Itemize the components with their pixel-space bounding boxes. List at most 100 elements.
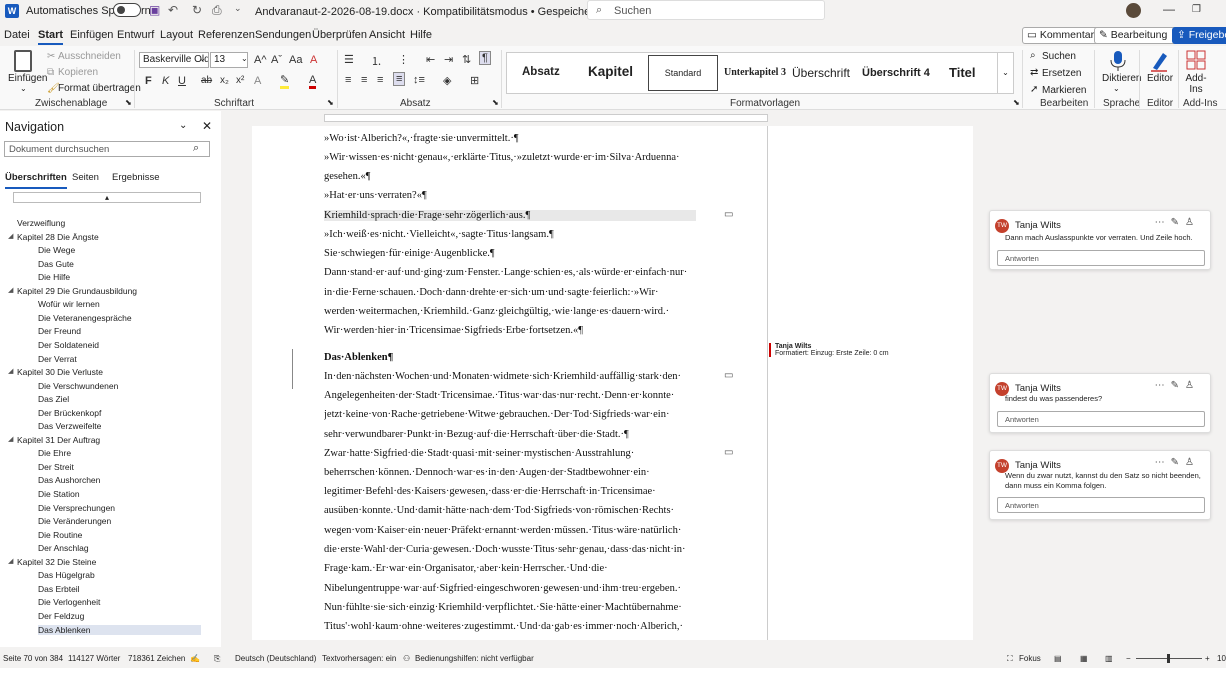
nav-heading-item[interactable]: Die Ehre [38, 448, 71, 458]
collapse-triangle-icon[interactable]: ◢ [8, 232, 13, 240]
style-ueberschrift-4[interactable]: Überschrift 4 [862, 67, 930, 79]
nav-heading-item[interactable]: Die Veränderungen [38, 516, 111, 526]
document-line[interactable]: Titus'·wohl·kaum·ohne·weiteres·zugestimm… [324, 621, 696, 632]
nav-heading-chapter[interactable]: ◢ Kapitel 29 Die Grundausbildung [8, 286, 137, 296]
clipboard-launcher-icon[interactable]: ⬊ [125, 98, 132, 107]
reply-input[interactable]: Antworten [997, 497, 1205, 513]
tab-layout[interactable]: Layout [160, 29, 193, 41]
zoom-out-icon[interactable]: − [1126, 654, 1131, 663]
nav-heading-item[interactable]: Die Hilfe [38, 272, 70, 282]
nav-scroll-up-button[interactable]: ▴ [13, 192, 201, 203]
read-mode-icon[interactable]: ▤ [1054, 654, 1062, 663]
tab-pages[interactable]: Seiten [72, 172, 99, 183]
character-count[interactable]: 718361 Zeichen [128, 654, 185, 663]
document-line[interactable]: »Hat·er·uns·verraten?«¶ [324, 190, 696, 201]
zoom-level[interactable]: 10 [1217, 654, 1226, 663]
select-button[interactable]: Markieren [1042, 85, 1086, 96]
superscript-button[interactable]: x² [236, 75, 244, 86]
document-line[interactable]: Kriemhild·sprach·die·Frage·sehr·zögerlic… [324, 210, 696, 221]
shrink-font-button[interactable]: Aˇ [271, 54, 282, 66]
like-icon[interactable]: ♙ [1185, 380, 1200, 391]
document-line[interactable]: sehr·verwundbarer·Punkt·in·Bezug·auf·die… [324, 429, 696, 440]
accessibility-status[interactable]: Bedienungshilfen: nicht verfügbar [415, 654, 534, 663]
zoom-in-icon[interactable]: + [1205, 654, 1210, 663]
numbering-icon[interactable]: ⒈ [371, 53, 382, 69]
comment-marker-icon[interactable]: ▭ [724, 370, 733, 381]
page-count[interactable]: Seite 70 von 384 [3, 654, 63, 663]
editing-mode-button[interactable]: ✎ Bearbeitung ⌄ [1094, 27, 1185, 44]
share-button[interactable]: ⇪ Freigeben [1172, 27, 1226, 44]
nav-heading-item[interactable]: Das Gute [38, 259, 74, 269]
find-button[interactable]: Suchen [1042, 51, 1076, 62]
document-line[interactable]: beherrschen·können.·Dennoch·war·es·in·de… [324, 467, 696, 478]
track-changes-icon[interactable]: ⎘ [214, 654, 220, 664]
nav-heading-item[interactable]: Die Routine [38, 530, 82, 540]
document-line[interactable]: Sie·schwiegen·für·einige·Augenblicke.¶ [324, 248, 696, 259]
nav-heading-item[interactable]: Der Verrat [38, 354, 77, 364]
replace-button[interactable]: Ersetzen [1042, 68, 1081, 79]
shading-icon[interactable]: ◈ [443, 74, 451, 87]
minimize-icon[interactable]: — [1163, 2, 1175, 16]
collapse-triangle-icon[interactable]: ◢ [8, 557, 13, 565]
nav-heading-item[interactable]: Der Soldateneid [38, 340, 99, 350]
document-line[interactable]: Nun·fühlte·sie·sich·einzig·Kriemhild·ver… [324, 602, 696, 613]
tab-start[interactable]: Start [38, 29, 64, 45]
avatar[interactable] [1126, 3, 1141, 18]
tab-hilfe[interactable]: Hilfe [410, 29, 432, 41]
styles-launcher-icon[interactable]: ⬊ [1013, 98, 1020, 107]
more-icon[interactable]: ⋯ [1155, 380, 1171, 391]
dictate-button[interactable]: Diktieren [1102, 73, 1141, 84]
document-line[interactable]: die·erste·Wahl·der·Curia·gewesen.·Doch·w… [324, 544, 696, 555]
document-line[interactable]: in·die·Ferne·schauen.·Doch·dann·drehte·e… [324, 287, 696, 298]
nav-search-input[interactable]: Dokument durchsuchen ⌕ [4, 141, 210, 157]
collapse-triangle-icon[interactable]: ◢ [8, 286, 13, 294]
italic-button[interactable]: K [162, 75, 169, 87]
line-spacing-icon[interactable]: ↕≡ [413, 74, 425, 86]
collapse-triangle-icon[interactable]: ◢ [8, 435, 13, 443]
sort-icon[interactable]: ⇅ [462, 53, 471, 66]
undo-icon[interactable]: ↶ [168, 3, 178, 17]
document-line[interactable]: jetzt·keine·von·Rache·getriebene·Witwe·g… [324, 409, 696, 420]
search-box[interactable]: ⌕ Suchen [587, 0, 825, 20]
search-icon[interactable]: ⌕ [193, 142, 199, 155]
nav-heading-chapter[interactable]: ◢ Kapitel 31 Der Auftrag [8, 435, 100, 445]
language[interactable]: Deutsch (Deutschland) [235, 654, 316, 663]
strikethrough-button[interactable]: ab [201, 75, 212, 86]
tab-sendungen[interactable]: Sendungen [255, 29, 311, 41]
tab-ueberpruefen[interactable]: Überprüfen [312, 29, 367, 41]
style-absatz[interactable]: Absatz [522, 66, 560, 78]
document-line[interactable]: werden·weitermachen,·Kriemhild.·Ganz·gle… [324, 306, 696, 317]
comment-card[interactable]: TW Tanja Wilts ⋯✎♙ Wenn du zwar nutzt, k… [989, 450, 1211, 520]
more-icon[interactable]: ⋯ [1155, 457, 1171, 468]
justify-icon[interactable]: ≡ [393, 72, 406, 86]
style-ueberschrift[interactable]: Überschrift [792, 66, 850, 80]
align-right-icon[interactable]: ≡ [377, 74, 383, 86]
chevron-down-icon[interactable]: ⌄ [179, 120, 187, 131]
reply-input[interactable]: Antworten [997, 411, 1205, 427]
grow-font-button[interactable]: A^ [254, 54, 267, 66]
nav-heading-item[interactable]: Das Verzweifelte [38, 421, 101, 431]
more-icon[interactable]: ⋯ [1155, 217, 1171, 228]
tab-entwurf[interactable]: Entwurf [117, 29, 154, 41]
web-layout-icon[interactable]: ▥ [1105, 654, 1113, 663]
bullets-icon[interactable]: ☰ [344, 53, 354, 66]
font-color-icon[interactable]: A [309, 74, 317, 89]
highlight-icon[interactable]: ✎ [280, 74, 290, 89]
nav-heading-item[interactable]: Die Wege [38, 245, 75, 255]
nav-heading-item[interactable]: Der Anschlag [38, 543, 89, 553]
tab-ansicht[interactable]: Ansicht [369, 29, 405, 41]
style-titel[interactable]: Titel [949, 65, 976, 80]
document-heading[interactable]: Das·Ablenken¶ [324, 352, 696, 363]
document-line[interactable]: wegen·vom·Kaiser·ein·neuer·Präfekt·ernan… [324, 525, 696, 536]
nav-heading-item[interactable]: Der Feldzug [38, 611, 84, 621]
add-ins-button[interactable]: Add-Ins [1184, 73, 1208, 95]
document-line[interactable]: »Ich·weiß·es·nicht.·Vielleicht«,·sagte·T… [324, 229, 696, 240]
document-line[interactable]: Zwar·hatte·Sigfried·die·Stadt·quasi·mit·… [324, 448, 696, 459]
nav-heading-chapter[interactable]: ◢ Kapitel 28 Die Ängste [8, 232, 99, 242]
nav-heading-item[interactable]: Wofür wir lernen [38, 299, 100, 309]
font-launcher-icon[interactable]: ⬊ [327, 98, 334, 107]
document-line[interactable]: Wir·werden·hier·in·Tricensimae·Sigfrieds… [324, 325, 696, 336]
nav-heading-item[interactable]: Das Ablenken [38, 624, 201, 635]
bold-button[interactable]: F [145, 75, 152, 87]
nav-heading-item[interactable]: Der Streit [38, 462, 74, 472]
